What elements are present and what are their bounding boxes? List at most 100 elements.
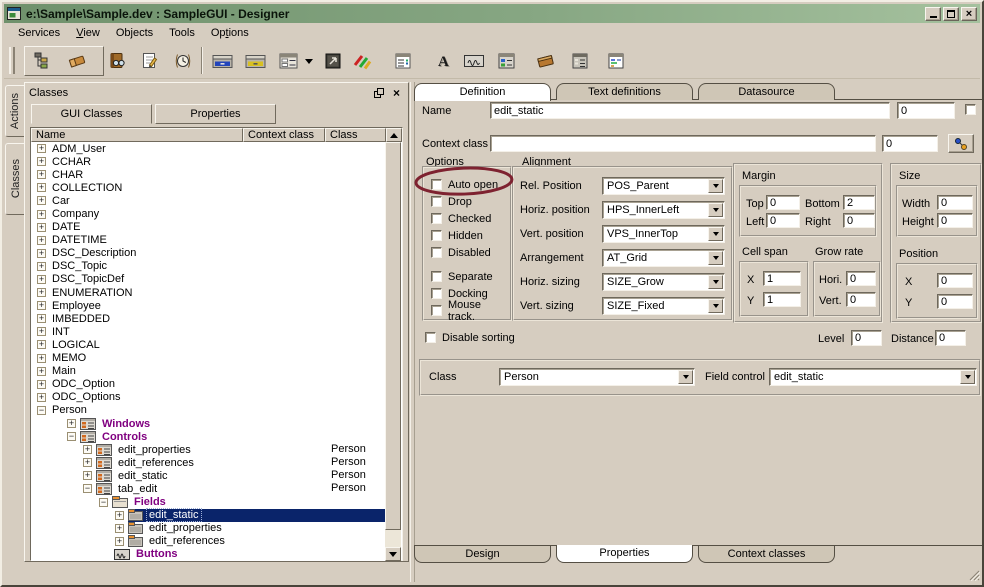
option-checkbox[interactable]	[431, 288, 442, 299]
tree-item-DSC_Description[interactable]: +DSC_Description	[31, 247, 386, 260]
option-checkbox[interactable]	[431, 271, 442, 282]
alignment-dropdown[interactable]: SIZE_Fixed	[602, 297, 725, 315]
sidebar-tab-classes[interactable]: Classes	[5, 143, 26, 215]
tree-item-ADM_User[interactable]: +ADM_User	[31, 142, 386, 155]
top-tab[interactable]: Definition	[414, 83, 551, 101]
bottom-tab[interactable]: Properties	[556, 545, 693, 563]
disable-sorting-checkbox[interactable]	[425, 332, 436, 343]
cell-span-x-input[interactable]	[763, 271, 801, 286]
book-glasses-icon[interactable]	[103, 48, 129, 74]
option-checkbox[interactable]	[431, 196, 442, 207]
preview-icon[interactable]	[320, 48, 346, 74]
dropdown-button[interactable]	[960, 370, 975, 384]
column-header-context-class[interactable]: Context class	[243, 128, 325, 142]
dropdown-button[interactable]	[708, 299, 723, 313]
colors-icon[interactable]	[349, 48, 375, 74]
edit-document-icon[interactable]	[137, 48, 163, 74]
tree-expander-icon[interactable]: +	[67, 419, 76, 428]
tree-item-DATETIME[interactable]: +DATETIME	[31, 234, 386, 247]
tree-expander-icon[interactable]: +	[37, 393, 46, 402]
close-panel-button[interactable]	[389, 87, 404, 100]
tree-expander-icon[interactable]: +	[37, 275, 46, 284]
tree-item-tab_edit[interactable]: −tab_editPerson	[31, 482, 386, 495]
drawer-blue-icon[interactable]	[210, 48, 236, 74]
margin-left-input[interactable]	[766, 213, 800, 228]
drawer-yellow-icon[interactable]	[243, 48, 269, 74]
tree-item-Main[interactable]: +Main	[31, 365, 386, 378]
tree-expander-icon[interactable]: +	[37, 196, 46, 205]
tree-item-edit_static[interactable]: +edit_staticPerson	[31, 469, 386, 482]
tree-item-COLLECTION[interactable]: +COLLECTION	[31, 181, 386, 194]
tree-expander-icon[interactable]: +	[37, 236, 46, 245]
alignment-dropdown[interactable]: SIZE_Grow	[602, 273, 725, 291]
menu-item[interactable]: Tools	[161, 25, 203, 41]
option-checkbox[interactable]	[431, 305, 442, 316]
position-x-input[interactable]	[937, 273, 973, 288]
tree-expander-icon[interactable]: −	[37, 406, 46, 415]
book-icon[interactable]	[533, 48, 559, 74]
class-dropdown[interactable]: Person	[499, 368, 695, 386]
context-class-input[interactable]	[490, 135, 876, 152]
dropdown-button[interactable]	[708, 227, 723, 241]
tree-expander-icon[interactable]: +	[115, 537, 124, 546]
tree-expander-icon[interactable]: +	[115, 511, 124, 520]
code-window-icon[interactable]	[603, 48, 629, 74]
sidebar-tab-actions[interactable]: Actions	[5, 85, 25, 137]
tree-item-ODC_Option[interactable]: +ODC_Option	[31, 378, 386, 391]
alignment-dropdown[interactable]: VPS_InnerTop	[602, 225, 725, 243]
tree-expander-icon[interactable]: +	[37, 288, 46, 297]
column-header-name[interactable]: Name	[31, 128, 243, 142]
alignment-dropdown[interactable]: AT_Grid	[602, 249, 725, 267]
tree-item-edit_properties[interactable]: +edit_properties	[31, 522, 386, 535]
tree-item-Buttons[interactable]: Buttons	[31, 548, 386, 561]
tree-item-MEMO[interactable]: +MEMO	[31, 352, 386, 365]
tree-item-Company[interactable]: +Company	[31, 207, 386, 220]
eraser-icon[interactable]	[64, 48, 90, 74]
tree-expander-icon[interactable]: −	[67, 432, 76, 441]
tree-item-Car[interactable]: +Car	[31, 194, 386, 207]
float-panel-button[interactable]	[372, 87, 387, 100]
bottom-tab[interactable]: Design	[414, 546, 551, 563]
dropdown-button[interactable]	[708, 275, 723, 289]
tree-expander-icon[interactable]: +	[83, 471, 92, 480]
tree-expander-icon[interactable]: +	[37, 210, 46, 219]
column-header-class[interactable]: Class	[325, 128, 386, 142]
form-grid-icon[interactable]	[275, 48, 301, 74]
tree-item-DATE[interactable]: +DATE	[31, 221, 386, 234]
tree-expander-icon[interactable]: +	[37, 314, 46, 323]
size-height-input[interactable]	[937, 213, 973, 228]
dropdown-button[interactable]	[708, 251, 723, 265]
tree-expander-icon[interactable]: +	[37, 262, 46, 271]
tree-item-Controls[interactable]: −Controls	[31, 430, 386, 443]
option-checkbox[interactable]	[431, 230, 442, 241]
name-checkbox[interactable]	[965, 104, 976, 115]
margin-right-input[interactable]	[843, 213, 875, 228]
tree-expander-icon[interactable]: +	[37, 157, 46, 166]
minimize-button[interactable]	[925, 7, 941, 21]
scrollbar-thumb[interactable]	[385, 142, 401, 530]
vertical-scrollbar[interactable]	[385, 142, 401, 547]
grow-rate-hori-input[interactable]	[846, 271, 876, 286]
clock-icon[interactable]	[170, 48, 196, 74]
tree-expander-icon[interactable]: +	[37, 340, 46, 349]
bottom-tab[interactable]: Context classes	[698, 546, 835, 563]
close-button[interactable]	[961, 7, 977, 21]
tree-expander-icon[interactable]: +	[83, 445, 92, 454]
grow-rate-vert-input[interactable]	[846, 292, 876, 307]
tree-expander-icon[interactable]: +	[37, 144, 46, 153]
form-list-icon[interactable]	[390, 48, 416, 74]
name-input[interactable]	[490, 102, 890, 119]
tree-expander-icon[interactable]: +	[37, 223, 46, 232]
button-widget-icon[interactable]	[461, 48, 487, 74]
tree-item-DSC_TopicDef[interactable]: +DSC_TopicDef	[31, 273, 386, 286]
tab-properties-left[interactable]: Properties	[155, 104, 276, 124]
top-tab[interactable]: Text definitions	[556, 83, 693, 100]
menu-item[interactable]: Services	[10, 25, 68, 41]
position-y-input[interactable]	[937, 294, 973, 309]
tree-expander-icon[interactable]: +	[37, 249, 46, 258]
option-checkbox[interactable]	[431, 213, 442, 224]
form-rows-icon[interactable]	[567, 48, 593, 74]
tree-item-ODC_Options[interactable]: +ODC_Options	[31, 391, 386, 404]
tree-expander-icon[interactable]: +	[37, 367, 46, 376]
option-checkbox[interactable]	[431, 247, 442, 258]
